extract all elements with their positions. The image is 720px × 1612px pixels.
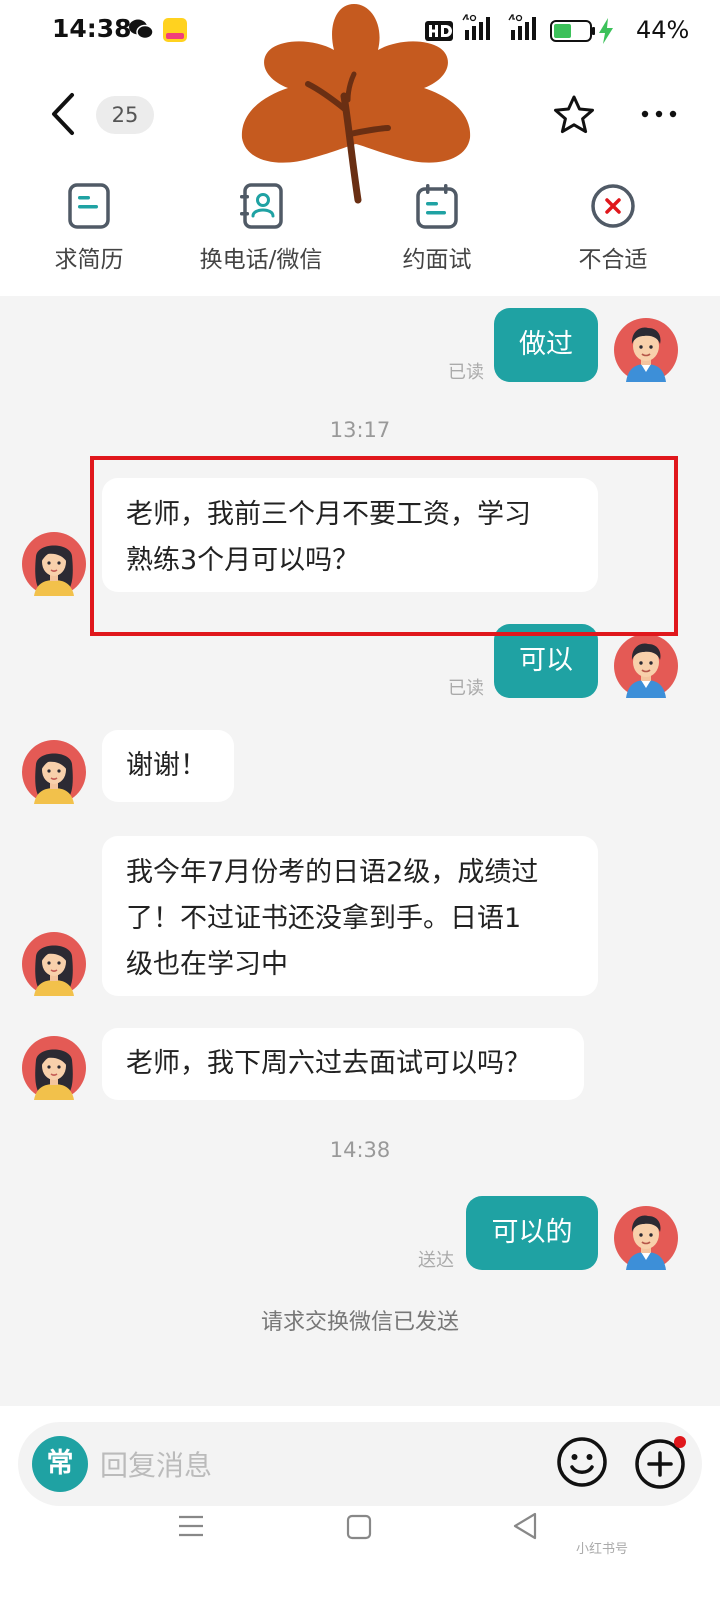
message-bubble-outgoing[interactable]: 做过	[494, 308, 598, 382]
emoji-icon[interactable]	[552, 1432, 612, 1492]
action-label: 约面试	[402, 247, 472, 273]
menu-nav-icon[interactable]	[178, 1514, 204, 1542]
quick-phrases-button[interactable]: 常	[32, 1436, 88, 1492]
more-icon[interactable]	[640, 94, 678, 134]
avatar[interactable]	[614, 318, 678, 382]
battery-icon	[550, 20, 596, 46]
timestamp: 14:38	[329, 1138, 391, 1162]
action-not-suitable[interactable]: 不合适	[538, 182, 688, 274]
message-line: 了！不过证书还没拿到手。日语1	[126, 903, 522, 934]
system-notice: 请求交换微信已发送	[260, 1310, 459, 1335]
back-arrow-icon[interactable]	[46, 92, 80, 136]
top-area: 14:38 44% 25 求简历 换电话/微信 约面试 不合适	[0, 0, 720, 296]
action-exchange-contact[interactable]: 换电话/微信	[186, 182, 336, 274]
signal-4g-icon	[508, 14, 542, 46]
action-label: 换电话/微信	[199, 247, 323, 273]
message-line: 级也在学习中	[126, 949, 288, 980]
notification-dot	[674, 1436, 686, 1448]
contact-exchange-icon	[240, 183, 283, 229]
highlight-box	[90, 456, 678, 636]
message-bubble-incoming[interactable]: 老师，我下周六过去面试可以吗？	[102, 1028, 584, 1100]
delivered-receipt: 送达	[418, 1250, 454, 1271]
action-label: 不合适	[578, 247, 648, 273]
timestamp: 13:17	[329, 418, 391, 442]
message-bubble-incoming[interactable]: 谢谢！	[102, 730, 234, 802]
reject-icon	[591, 184, 635, 228]
wechat-icon	[128, 18, 154, 44]
plus-icon[interactable]	[630, 1432, 692, 1494]
input-bar: 常 回复消息 小红书号	[0, 1406, 720, 1612]
charging-icon	[598, 18, 614, 48]
action-label: 求简历	[54, 247, 124, 273]
action-schedule-interview[interactable]: 约面试	[362, 182, 512, 274]
leaf-sticker	[236, 0, 486, 210]
read-receipt: 已读	[448, 362, 484, 383]
meituan-app-icon	[162, 17, 188, 47]
avatar[interactable]	[614, 634, 678, 698]
back-nav-icon[interactable]	[512, 1512, 538, 1544]
status-time: 14:38	[52, 14, 132, 43]
reply-placeholder: 回复消息	[100, 1449, 213, 1482]
resume-icon	[68, 183, 110, 229]
avatar[interactable]	[614, 1206, 678, 1270]
unread-count-badge[interactable]: 25	[96, 96, 154, 134]
action-request-resume[interactable]: 求简历	[14, 182, 164, 274]
read-receipt: 已读	[448, 678, 484, 699]
avatar[interactable]	[22, 932, 86, 996]
home-nav-icon[interactable]	[346, 1514, 372, 1544]
message-bubble-incoming[interactable]: 我今年7月份考的日语2级，成绩过 了！不过证书还没拿到手。日语1 级也在学习中	[102, 836, 598, 996]
battery-percent: 44%	[636, 16, 690, 44]
reply-input[interactable]: 常 回复消息	[18, 1422, 702, 1506]
message-bubble-outgoing[interactable]: 可以的	[466, 1196, 598, 1270]
avatar[interactable]	[22, 740, 86, 804]
watermark: 小红书号	[576, 1542, 629, 1557]
avatar[interactable]	[22, 1036, 86, 1100]
message-line: 我今年7月份考的日语2级，成绩过	[126, 857, 539, 888]
calendar-icon	[416, 184, 458, 229]
star-icon[interactable]	[552, 94, 596, 136]
avatar[interactable]	[22, 532, 86, 596]
